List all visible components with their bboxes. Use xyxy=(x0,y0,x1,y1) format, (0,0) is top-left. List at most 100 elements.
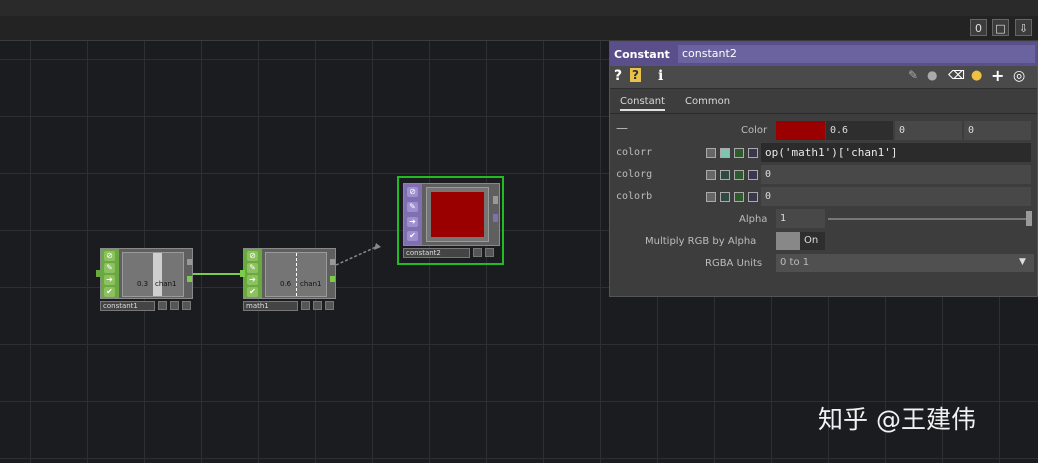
node-constant1[interactable]: ⊘ ✎ ➔ ✔ 0.3 chan1 constant1 xyxy=(96,248,193,313)
param-row-units: RGBA Units 0 to 1 ▼ xyxy=(610,253,1037,273)
node-constant2[interactable]: ⊘ ✎ ➔ ✔ constant2 xyxy=(397,176,504,265)
display-icon[interactable]: ➔ xyxy=(104,275,115,285)
colorr-expression-field[interactable]: op('math1')['chan1'] xyxy=(761,143,1031,162)
node-menu-button[interactable] xyxy=(158,301,167,310)
bypass-icon[interactable]: ⊘ xyxy=(104,251,115,261)
wire-math1-constant2 xyxy=(335,246,377,266)
node-menu-button[interactable] xyxy=(301,301,310,310)
mode-expression-icon[interactable] xyxy=(720,148,730,158)
alpha-slider-track[interactable] xyxy=(828,218,1026,220)
color-preview xyxy=(431,192,484,237)
node-add-button[interactable] xyxy=(485,248,494,257)
node-name[interactable]: constant1 xyxy=(100,301,155,311)
alpha-field[interactable]: 1 xyxy=(776,209,825,228)
operator-type: Constant xyxy=(614,48,670,61)
param-row-colorb: colorb 0 xyxy=(610,187,1037,207)
render-icon[interactable]: ✔ xyxy=(104,287,115,297)
color-g-field[interactable]: 0 xyxy=(895,121,962,140)
tab-common[interactable]: Common xyxy=(685,96,730,107)
mode-export-icon[interactable] xyxy=(734,170,744,180)
mode-bind-icon[interactable] xyxy=(748,192,758,202)
lock-icon[interactable]: ✎ xyxy=(247,263,258,273)
colorb-field[interactable]: 0 xyxy=(761,187,1031,206)
node-viewer xyxy=(426,187,489,242)
node-menu-button[interactable] xyxy=(473,248,482,257)
chevron-down-icon[interactable]: ▼ xyxy=(1019,257,1026,267)
mode-export-icon[interactable] xyxy=(734,192,744,202)
bypass-icon[interactable]: ⊘ xyxy=(407,187,418,197)
units-dropdown[interactable]: 0 to 1 xyxy=(776,254,1034,272)
multiply-toggle-knob[interactable] xyxy=(776,232,800,250)
target-icon[interactable]: ◎ xyxy=(1013,68,1025,84)
output-connector[interactable] xyxy=(493,196,498,204)
node-menu-button[interactable] xyxy=(170,301,179,310)
panel-icon-bar: ? ? i ✎ ● ⌫ ● + ◎ xyxy=(610,66,1037,89)
node-add-button[interactable] xyxy=(182,301,191,310)
lock-icon[interactable]: ✎ xyxy=(104,263,115,273)
info-icon[interactable]: i xyxy=(658,68,663,84)
node-flag-strip: ⊘ ✎ ➔ ✔ xyxy=(404,184,422,245)
mode-export-icon[interactable] xyxy=(734,148,744,158)
output-connector[interactable] xyxy=(187,276,192,282)
node-flag-strip: ⊘ ✎ ➔ ✔ xyxy=(101,249,119,298)
mode-bind-icon[interactable] xyxy=(748,170,758,180)
color-label: Color xyxy=(741,125,768,136)
render-icon[interactable]: ✔ xyxy=(407,231,418,241)
alpha-slider-handle[interactable] xyxy=(1026,211,1032,226)
node-name[interactable]: math1 xyxy=(243,301,298,311)
python-icon[interactable]: ● xyxy=(971,68,982,83)
node-math1[interactable]: ⊘ ✎ ➔ ✔ 0.6 chan1 math1 xyxy=(240,248,336,313)
node-name[interactable]: constant2 xyxy=(403,248,470,258)
display-icon[interactable]: ➔ xyxy=(407,217,418,227)
color-swatch[interactable] xyxy=(776,121,825,140)
multiply-label: Multiply RGB by Alpha xyxy=(645,236,757,247)
color-b-field[interactable]: 0 xyxy=(964,121,1031,140)
clear-icon[interactable]: ⌫ xyxy=(948,68,965,82)
collapse-icon[interactable]: — xyxy=(616,121,628,135)
channel-bar xyxy=(153,253,162,296)
output-connector[interactable] xyxy=(187,259,192,265)
alpha-label: Alpha xyxy=(739,214,768,225)
channel-name: chan1 xyxy=(155,280,177,288)
param-row-colorg: colorg 0 xyxy=(610,165,1037,185)
mode-expression-icon[interactable] xyxy=(720,192,730,202)
add-icon[interactable]: + xyxy=(991,66,1004,85)
param-row-multiply: Multiply RGB by Alpha On xyxy=(610,231,1037,251)
mode-constant-icon[interactable] xyxy=(706,170,716,180)
units-label: RGBA Units xyxy=(705,258,763,269)
node-menu-button[interactable] xyxy=(313,301,322,310)
python-help-icon[interactable]: ? xyxy=(630,68,641,82)
edit-icon[interactable]: ✎ xyxy=(908,68,918,82)
channel-value: 0.6 xyxy=(280,280,292,288)
colorb-label: colorb xyxy=(616,191,653,202)
help-icon[interactable]: ? xyxy=(614,68,622,84)
comment-icon[interactable]: ● xyxy=(927,68,937,82)
node-body: ⊘ ✎ ➔ ✔ xyxy=(403,183,500,246)
output-connector[interactable] xyxy=(330,259,335,265)
mode-expression-icon[interactable] xyxy=(720,170,730,180)
parameter-panel: Constant constant2 ? ? i ✎ ● ⌫ ● + ◎ Con… xyxy=(609,41,1038,297)
channel-bar xyxy=(296,253,299,296)
mode-bind-icon[interactable] xyxy=(748,148,758,158)
color-r-field[interactable]: 0.6 xyxy=(826,121,893,140)
output-connector[interactable] xyxy=(493,214,498,222)
bypass-icon[interactable]: ⊘ xyxy=(247,251,258,261)
node-flag-strip: ⊘ ✎ ➔ ✔ xyxy=(244,249,262,298)
node-add-button[interactable] xyxy=(325,301,334,310)
colorg-field[interactable]: 0 xyxy=(761,165,1031,184)
mode-constant-icon[interactable] xyxy=(706,148,716,158)
node-viewer: 0.3 chan1 xyxy=(122,252,184,297)
render-icon[interactable]: ✔ xyxy=(247,287,258,297)
tab-constant[interactable]: Constant xyxy=(620,96,665,111)
operator-name-field[interactable]: constant2 xyxy=(678,45,1035,63)
display-icon[interactable]: ➔ xyxy=(247,275,258,285)
colorg-label: colorg xyxy=(616,169,653,180)
input-connector[interactable] xyxy=(96,270,101,277)
mode-constant-icon[interactable] xyxy=(706,192,716,202)
multiply-toggle[interactable]: On xyxy=(800,232,825,250)
lock-icon[interactable]: ✎ xyxy=(407,202,418,212)
colorr-label: colorr xyxy=(616,147,653,158)
input-connector[interactable] xyxy=(240,270,245,277)
parameter-tabs: Constant Common xyxy=(610,94,1037,114)
output-connector[interactable] xyxy=(330,276,335,282)
